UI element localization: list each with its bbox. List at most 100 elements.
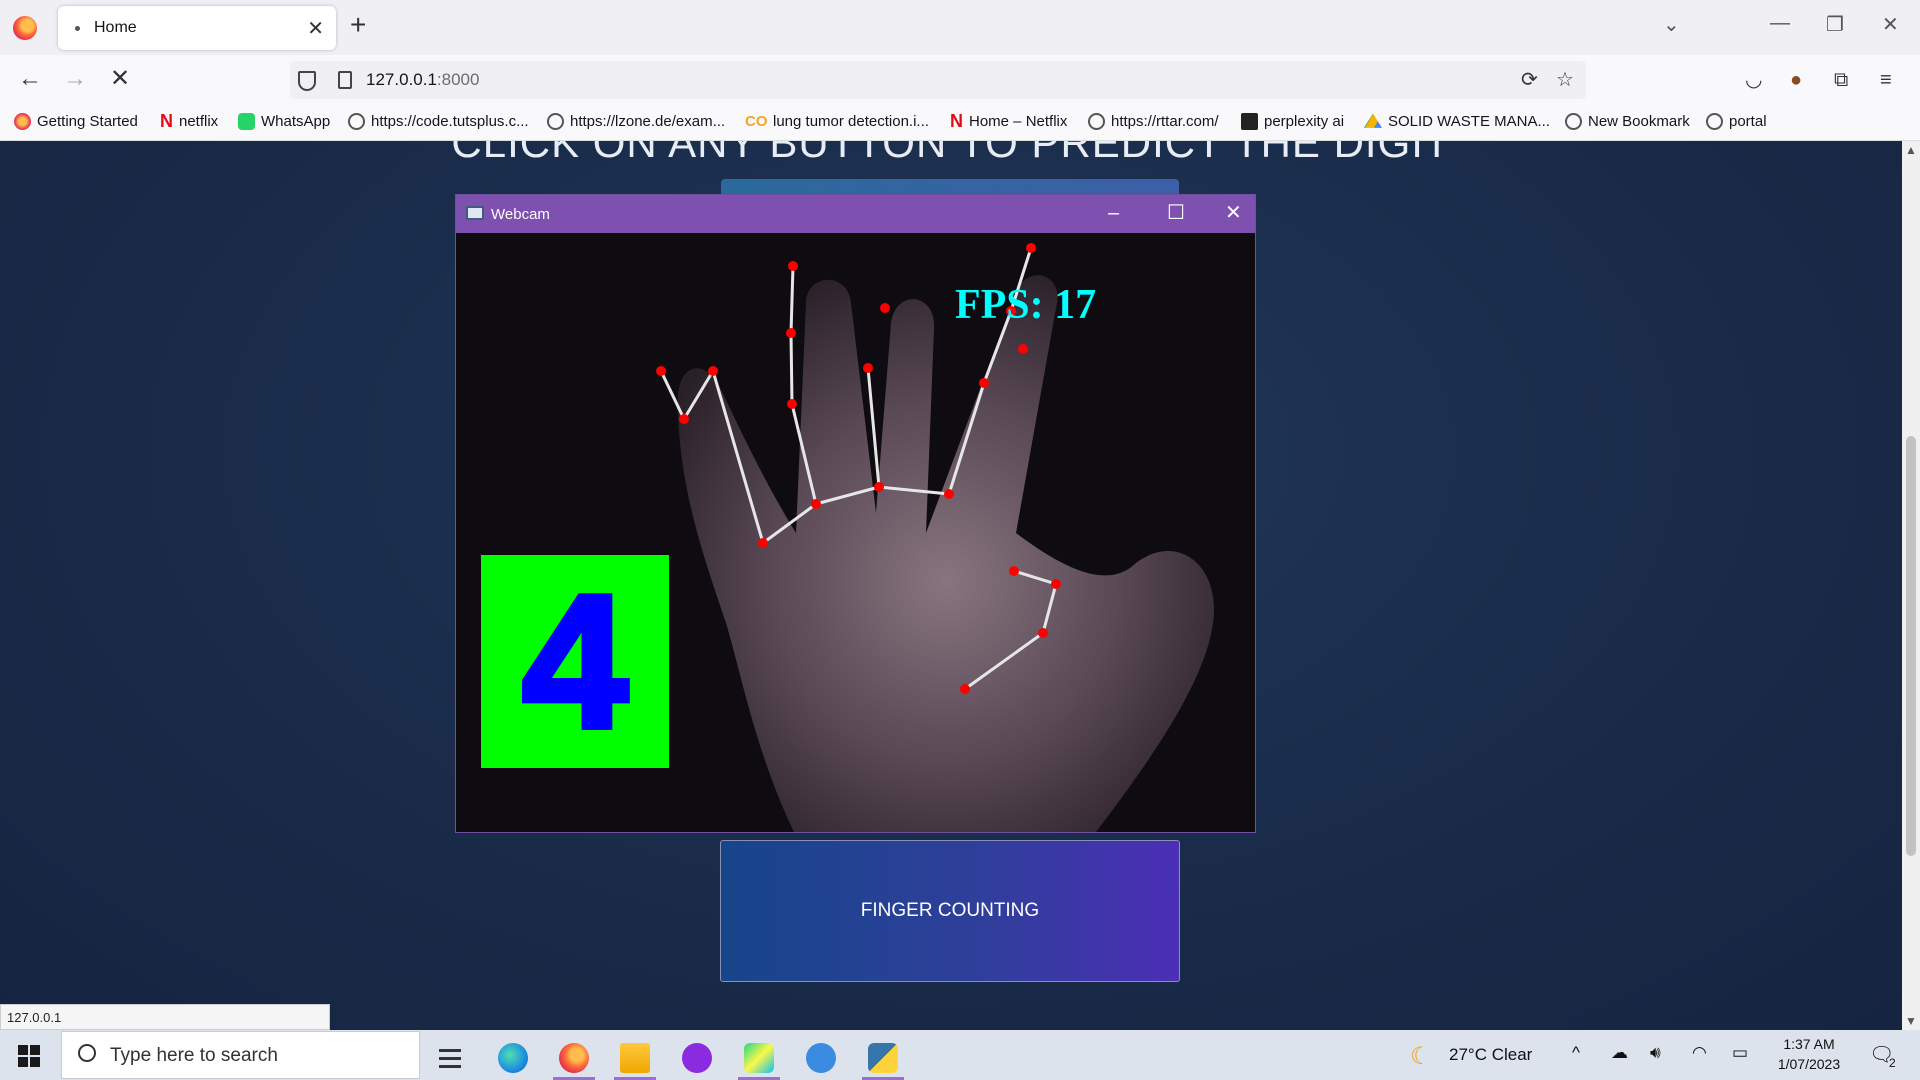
loading-dot-icon xyxy=(75,25,80,31)
landmark-point xyxy=(874,482,884,492)
bookmark-portal[interactable]: portal xyxy=(1706,113,1767,130)
close-tab-icon[interactable]: ✕ xyxy=(307,16,324,41)
landmark-point xyxy=(758,538,768,548)
webcam-close-button[interactable]: ✕ xyxy=(1225,201,1242,225)
webcam-window[interactable]: Webcam – ☐ ✕ 4 FPS: 17 xyxy=(455,194,1256,833)
bookmark-lung-tumor[interactable]: CO lung tumor detection.i... xyxy=(745,113,929,130)
list-all-tabs-icon[interactable]: ⌄ xyxy=(1663,12,1680,37)
weather-text[interactable]: 27°C Clear xyxy=(1449,1045,1532,1065)
landmark-point xyxy=(1009,566,1019,576)
windows-start-icon[interactable] xyxy=(18,1045,40,1067)
bookmark-lzone[interactable]: https://lzone.de/exam... xyxy=(547,113,725,130)
cookie-extension-icon[interactable]: ● xyxy=(1790,70,1802,90)
new-tab-button[interactable]: + xyxy=(350,11,366,39)
webcam-maximize-button[interactable]: ☐ xyxy=(1167,201,1185,225)
landmark-point xyxy=(1038,628,1048,638)
tab-title: Home xyxy=(94,19,137,36)
show-hidden-icons[interactable]: ^ xyxy=(1572,1043,1580,1063)
stop-loading-button[interactable]: ✕ xyxy=(110,67,130,91)
scroll-down-icon[interactable]: ▼ xyxy=(1905,1014,1917,1028)
globe-icon xyxy=(1088,113,1105,130)
page-info-icon[interactable] xyxy=(338,71,352,89)
bookmark-perplexity[interactable]: perplexity ai xyxy=(1241,113,1344,130)
volume-icon[interactable]: 🔊︎ xyxy=(1650,1043,1661,1063)
landmark-point xyxy=(1026,243,1036,253)
hand-image xyxy=(677,275,1215,832)
netflix-icon: N xyxy=(160,111,173,131)
pycharm-icon[interactable] xyxy=(730,1035,788,1080)
status-url: 127.0.0.1 xyxy=(0,1004,330,1030)
wifi-icon[interactable]: ◠ xyxy=(1692,1043,1707,1063)
extensions-icon[interactable]: ⧉ xyxy=(1834,70,1848,90)
scroll-thumb[interactable] xyxy=(1906,436,1916,856)
bookmark-new[interactable]: New Bookmark xyxy=(1565,113,1690,130)
qbittorrent-icon[interactable] xyxy=(792,1035,850,1080)
notification-count-badge: 2 xyxy=(1889,1056,1896,1070)
landmark-point xyxy=(880,303,890,313)
scroll-up-icon[interactable]: ▲ xyxy=(1905,143,1917,157)
task-view-icon[interactable] xyxy=(421,1035,479,1080)
bookmark-whatsapp[interactable]: WhatsApp xyxy=(238,113,330,130)
pocket-icon[interactable]: ◡ xyxy=(1745,70,1762,90)
close-window-button[interactable]: ✕ xyxy=(1882,12,1899,37)
reader-sync-icon[interactable]: ⟳ xyxy=(1521,70,1538,90)
landmark-connection xyxy=(789,331,794,406)
bookmark-getting-started[interactable]: Getting Started xyxy=(14,113,138,130)
nav-bar: ← → ✕ 127.0.0.1:8000 ⟳ ☆ ◡ ● ⧉ ≡ xyxy=(0,55,1920,105)
firefox-icon xyxy=(14,113,31,130)
mask-app-icon[interactable] xyxy=(668,1035,726,1080)
forward-button[interactable]: → xyxy=(63,67,87,91)
webcam-minimize-button[interactable]: – xyxy=(1108,201,1119,225)
onedrive-icon[interactable]: ☁ xyxy=(1611,1043,1628,1063)
finger-counting-button[interactable]: FINGER COUNTING xyxy=(720,840,1180,982)
colab-icon: CO xyxy=(745,113,768,130)
webcam-window-title: Webcam xyxy=(491,206,550,223)
drive-icon xyxy=(1364,113,1382,128)
taskbar-clock[interactable]: 1:37 AM 1/07/2023 xyxy=(1773,1034,1845,1074)
firefox-taskbar-icon[interactable] xyxy=(545,1035,603,1080)
landmark-point xyxy=(786,328,796,338)
landmark-point xyxy=(811,499,821,509)
url-text[interactable]: 127.0.0.1:8000 xyxy=(366,70,479,90)
bookmarks-toolbar: Getting Started Nnetflix WhatsApp https:… xyxy=(0,105,1920,141)
landmark-point xyxy=(708,366,718,376)
python-window-icon[interactable] xyxy=(854,1035,912,1080)
battery-icon[interactable]: ▭ xyxy=(1732,1043,1748,1063)
weather-moon-icon[interactable]: ☾ xyxy=(1410,1042,1432,1071)
bookmark-star-icon[interactable]: ☆ xyxy=(1556,70,1574,90)
file-explorer-icon[interactable] xyxy=(606,1035,664,1080)
whatsapp-icon xyxy=(238,113,255,130)
bookmark-rttar[interactable]: https://rttar.com/ xyxy=(1088,113,1219,130)
globe-icon xyxy=(1706,113,1723,130)
tab-home[interactable]: Home ✕ xyxy=(58,6,336,50)
landmark-point xyxy=(679,414,689,424)
back-button[interactable]: ← xyxy=(18,67,42,91)
webcam-titlebar[interactable]: Webcam – ☐ ✕ xyxy=(456,195,1255,233)
finger-count-box: 4 xyxy=(481,555,669,768)
bookmark-tutsplus[interactable]: https://code.tutsplus.c... xyxy=(348,113,529,130)
search-icon xyxy=(78,1044,96,1062)
restore-window-button[interactable]: ❐ xyxy=(1826,12,1844,37)
bookmark-home-netflix[interactable]: N Home – Netflix xyxy=(950,111,1067,131)
globe-icon xyxy=(348,113,365,130)
edge-icon[interactable] xyxy=(484,1035,542,1080)
tracking-protection-icon[interactable] xyxy=(298,71,316,91)
bookmark-netflix[interactable]: Nnetflix xyxy=(160,111,218,131)
bookmark-solid-waste[interactable]: SOLID WASTE MANA... xyxy=(1364,113,1550,130)
firefox-icon[interactable] xyxy=(13,16,37,40)
globe-icon xyxy=(1565,113,1582,130)
globe-icon xyxy=(547,113,564,130)
landmark-point xyxy=(960,684,970,694)
landmark-point xyxy=(656,366,666,376)
landmark-point xyxy=(787,399,797,409)
grid-icon xyxy=(1241,113,1258,130)
netflix-icon: N xyxy=(950,111,963,131)
taskbar-search-input[interactable]: Type here to search xyxy=(61,1031,420,1079)
address-bar[interactable] xyxy=(290,61,1586,99)
minimize-window-button[interactable]: — xyxy=(1770,12,1790,35)
tab-bar: Home ✕ + ⌄ — ❐ ✕ xyxy=(0,0,1920,55)
page-scrollbar[interactable]: ▲ ▼ xyxy=(1902,141,1920,1030)
clock-date: 1/07/2023 xyxy=(1777,1056,1841,1072)
menu-icon[interactable]: ≡ xyxy=(1880,70,1892,90)
landmark-point xyxy=(863,363,873,373)
